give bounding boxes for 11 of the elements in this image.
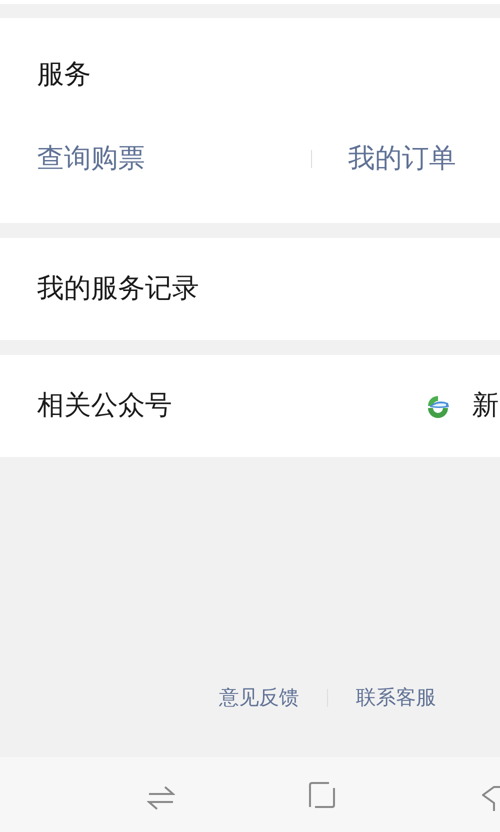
account-name[interactable]: 新 [472,388,500,424]
service-records-row[interactable]: 我的服务记录 [0,238,500,340]
footer-link[interactable]: 联系客服 [356,684,436,711]
footer-link[interactable]: 意见反馈 [219,684,299,711]
related-accounts-row[interactable]: 相关公众号 新 [0,355,500,457]
service-link[interactable]: 查询购票 [37,141,145,177]
switch-apps-icon[interactable] [147,785,175,811]
service-link[interactable]: 我的订单 [348,141,456,177]
row-title: 我的服务记录 [37,272,199,306]
row-title: 相关公众号 [37,389,172,423]
section-title: 服务 [37,58,92,92]
